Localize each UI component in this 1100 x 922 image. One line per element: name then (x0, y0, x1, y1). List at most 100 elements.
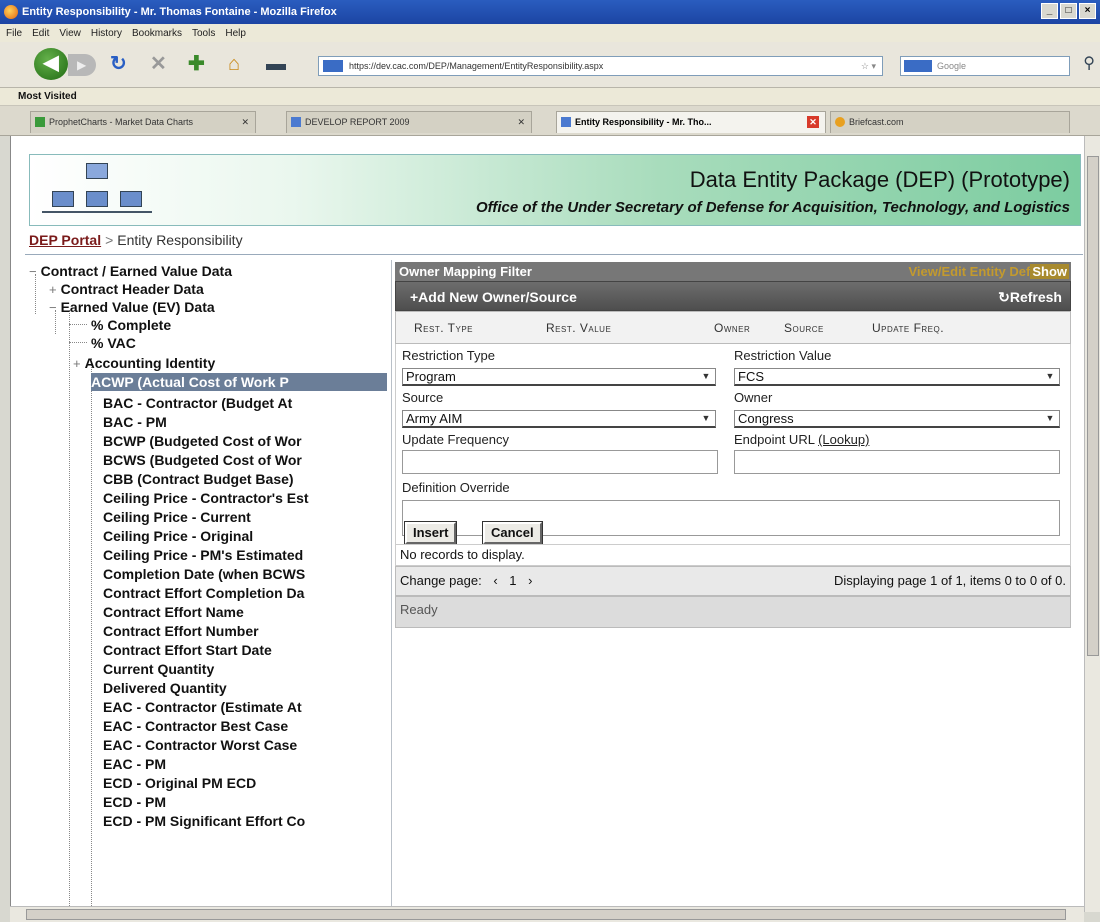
cancel-button[interactable]: Cancel (482, 521, 543, 545)
col-rest-type[interactable]: Rest. Type (414, 321, 473, 335)
search-engine-icon[interactable] (904, 60, 932, 72)
tab-prophetcharts[interactable]: ProphetCharts - Market Data Charts ✕ (30, 111, 256, 133)
window-controls: _ □ × (1041, 3, 1096, 19)
tree-node-bac-pm[interactable]: BAC - PM (103, 413, 167, 431)
next-page-button[interactable]: › (528, 573, 532, 588)
menu-bookmarks[interactable]: Bookmarks (132, 28, 182, 39)
tree-node-completion-date[interactable]: Completion Date (when BCWS (103, 565, 305, 583)
reload-icon[interactable]: ↻ (110, 53, 127, 75)
back-button[interactable]: ◀ (34, 48, 68, 80)
tab-entity-responsibility[interactable]: Entity Responsibility - Mr. Tho... ✕ (556, 111, 826, 133)
tree-node-ecd-original[interactable]: ECD - Original PM ECD (103, 774, 256, 792)
tree-node-delivered-quantity[interactable]: Delivered Quantity (103, 679, 227, 697)
col-owner[interactable]: Owner (714, 321, 750, 335)
menu-tools[interactable]: Tools (192, 28, 215, 39)
horizontal-scroll-thumb[interactable] (26, 909, 1066, 920)
vertical-scrollbar[interactable] (1084, 136, 1100, 912)
grid-pager: Change page: ‹ 1 › Displaying page 1 of … (395, 566, 1071, 596)
tree-node-eac-contractor[interactable]: EAC - Contractor (Estimate At (103, 698, 302, 716)
tree-node-earned-value[interactable]: − Earned Value (EV) Data (49, 298, 215, 316)
expand-icon[interactable]: + (73, 356, 81, 371)
tree-node-bac-contractor[interactable]: BAC - Contractor (Budget At (103, 394, 292, 412)
window-title: Entity Responsibility - Mr. Thomas Fonta… (22, 6, 337, 18)
tree-node-bcwp[interactable]: BCWP (Budgeted Cost of Wor (103, 432, 302, 450)
tree-node-eac-best[interactable]: EAC - Contractor Best Case (103, 717, 288, 735)
show-button[interactable]: Show (1030, 264, 1069, 279)
dropdown-arrow-icon[interactable]: ▼ (1043, 370, 1057, 383)
horizontal-scrollbar[interactable] (10, 906, 1084, 922)
tree-node-effort-completion[interactable]: Contract Effort Completion Da (103, 584, 304, 602)
tree-node-effort-name[interactable]: Contract Effort Name (103, 603, 244, 621)
expand-icon[interactable]: + (49, 282, 57, 297)
tab-develop-report[interactable]: DEVELOP REPORT 2009 ✕ (286, 111, 532, 133)
update-frequency-input[interactable] (402, 450, 718, 474)
dropdown-arrow-icon[interactable]: ▼ (699, 412, 713, 425)
tree-node-accounting-identity[interactable]: + Accounting Identity (73, 354, 215, 372)
menu-edit[interactable]: Edit (32, 28, 49, 39)
restriction-value-select[interactable]: FCS ▼ (734, 368, 1060, 386)
tab-close-icon[interactable]: ✕ (517, 112, 525, 132)
prev-page-button[interactable]: ‹ (493, 573, 497, 588)
tree-node-ceiling-original[interactable]: Ceiling Price - Original (103, 527, 253, 545)
tree-node-current-quantity[interactable]: Current Quantity (103, 660, 214, 678)
refresh-button[interactable]: ↻Refresh (998, 282, 1062, 312)
endpoint-url-label: Endpoint URL (Lookup) (734, 432, 869, 447)
view-edit-entity-link[interactable]: View/Edit Entity Def (908, 264, 1030, 279)
tab-briefcast[interactable]: Briefcast.com (830, 111, 1070, 133)
menu-view[interactable]: View (59, 28, 81, 39)
tree-node-eac-pm[interactable]: EAC - PM (103, 755, 166, 773)
page-1-link[interactable]: 1 (509, 573, 516, 588)
add-new-owner-button[interactable]: +Add New Owner/Source (410, 289, 577, 305)
dropdown-arrow-icon[interactable]: ▼ (1043, 412, 1057, 425)
menu-history[interactable]: History (91, 28, 122, 39)
col-source[interactable]: Source (784, 321, 824, 335)
tree-node-cbb[interactable]: CBB (Contract Budget Base) (103, 470, 294, 488)
maximize-button[interactable]: □ (1060, 3, 1077, 19)
breadcrumb-portal-link[interactable]: DEP Portal (29, 232, 101, 248)
restriction-type-select[interactable]: Program ▼ (402, 368, 716, 386)
tab-close-icon[interactable]: ✕ (807, 116, 819, 128)
tree-node-effort-start[interactable]: Contract Effort Start Date (103, 641, 272, 659)
tree-node-ceiling-current[interactable]: Ceiling Price - Current (103, 508, 251, 526)
tree-node-acwp[interactable]: ACWP (Actual Cost of Work P (91, 373, 387, 391)
tab-close-icon[interactable]: ✕ (241, 112, 249, 132)
no-records-row: No records to display. (395, 544, 1071, 566)
collapse-icon[interactable]: − (29, 264, 37, 279)
bookmark-star-icon[interactable]: ☆ ▾ (861, 57, 876, 75)
most-visited-link[interactable]: Most Visited (18, 91, 77, 102)
home-icon[interactable]: ⌂ (228, 53, 240, 75)
col-update-freq[interactable]: Update Freq. (872, 321, 944, 335)
tree-node-pct-complete[interactable]: % Complete (91, 316, 171, 334)
search-input[interactable]: Google ⚲ (900, 55, 1095, 76)
dropdown-arrow-icon[interactable]: ▼ (699, 370, 713, 383)
tree-node-pct-vac[interactable]: % VAC (91, 334, 136, 352)
tree-node-ceiling-contractor[interactable]: Ceiling Price - Contractor's Est (103, 489, 309, 507)
close-button[interactable]: × (1079, 3, 1096, 19)
tree-node-contract-ev[interactable]: − Contract / Earned Value Data (29, 262, 232, 280)
source-select[interactable]: Army AIM ▼ (402, 410, 716, 428)
vertical-scroll-thumb[interactable] (1087, 156, 1099, 656)
tree-node-ceiling-pm[interactable]: Ceiling Price - PM's Estimated (103, 546, 303, 564)
tree-node-ecd-pm[interactable]: ECD - PM (103, 793, 166, 811)
insert-button[interactable]: Insert (403, 521, 458, 545)
minimize-button[interactable]: _ (1041, 3, 1058, 19)
tree-node-contract-header[interactable]: + Contract Header Data (49, 280, 204, 298)
new-tab-icon[interactable]: ✚ (188, 53, 205, 75)
tab-label: DEVELOP REPORT 2009 (305, 117, 410, 127)
col-rest-value[interactable]: Rest. Value (546, 321, 611, 335)
url-bar[interactable]: https://dev.cac.com/DEP/Management/Entit… (318, 56, 883, 76)
tree-node-ecd-significant[interactable]: ECD - PM Significant Effort Co (103, 812, 305, 830)
print-icon[interactable]: ▬ (266, 53, 286, 75)
owner-select[interactable]: Congress ▼ (734, 410, 1060, 428)
menu-file[interactable]: File (6, 28, 22, 39)
collapse-icon[interactable]: − (49, 300, 57, 315)
search-icon[interactable]: ⚲ (1083, 55, 1095, 73)
tree-node-effort-number[interactable]: Contract Effort Number (103, 622, 259, 640)
stop-icon[interactable]: ✕ (150, 53, 167, 75)
tree-node-bcws[interactable]: BCWS (Budgeted Cost of Wor (103, 451, 302, 469)
lookup-link[interactable]: (Lookup) (818, 432, 869, 447)
tree-node-eac-worst[interactable]: EAC - Contractor Worst Case (103, 736, 297, 754)
forward-button[interactable]: ▶ (68, 54, 96, 76)
menu-help[interactable]: Help (225, 28, 246, 39)
endpoint-url-input[interactable] (734, 450, 1060, 474)
